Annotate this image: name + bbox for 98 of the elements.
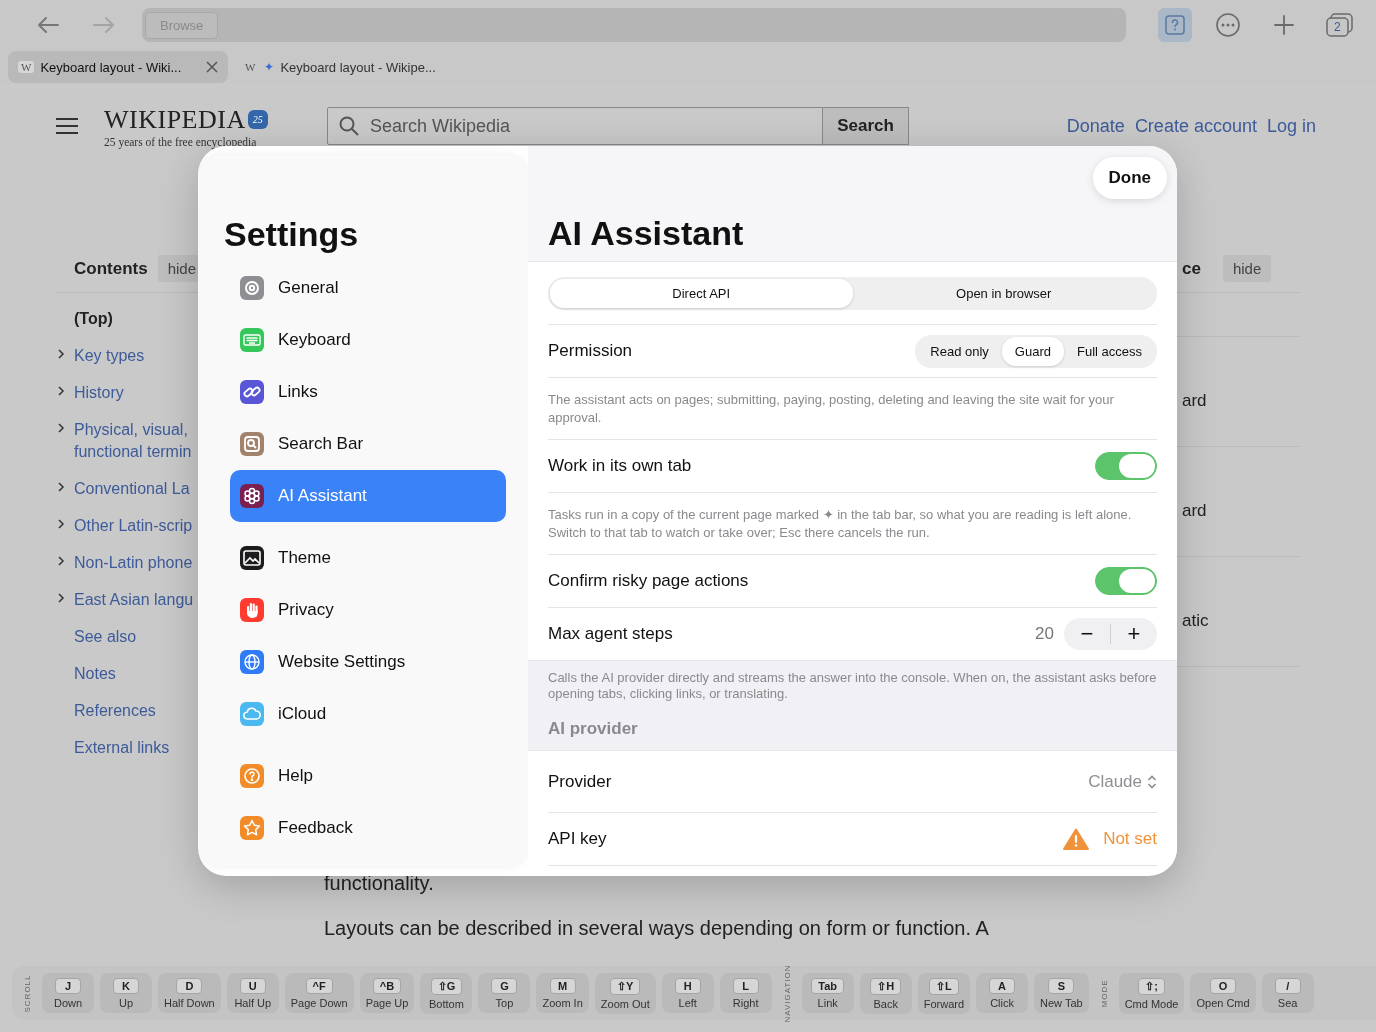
step-value: 20 [1035,624,1054,644]
mode-option[interactable]: Direct API [550,279,853,308]
chevron-icon[interactable] [57,556,65,566]
sidebar-item[interactable]: Website Settings [230,636,506,688]
shortcut-key[interactable]: Tab Link [801,973,854,1013]
anniversary-badge: 25 [247,110,268,129]
shortcut-key[interactable]: K Up [100,973,152,1013]
decrement-button[interactable]: − [1064,620,1110,648]
sidebar-item[interactable]: Search Bar [230,418,506,470]
panel-title: AI Assistant [548,213,744,253]
setting-label: Max agent steps [548,624,673,644]
tabs-button[interactable]: 2 [1320,8,1360,42]
plus-icon [1273,14,1295,36]
sidebar-item[interactable]: Keyboard [230,314,506,366]
search-button[interactable]: Search [823,107,909,145]
group-label: SCROLL [22,974,32,1012]
setting-description: The assistant acts on pages; submitting, paying, posting, deleting and leaving the site wait for your approval. [548,391,1115,427]
shortcut-key[interactable]: D Half Down [158,973,221,1013]
tab-title: Keyboard layout - Wiki... [40,59,183,75]
section-footer-text: Calls the AI provider directly and streams the answer into the console. When on, the assistant asks before opening tabs, clicking links, or translating. [548,670,1157,702]
article-text: functionality. [324,872,435,895]
settings-title: Settings [224,214,360,254]
sidebar-item[interactable]: iCloud [230,688,506,740]
shortcut-key[interactable]: / Sea [1261,973,1314,1013]
group-label: NAVIGATION [782,963,792,1023]
chevron-icon[interactable] [57,386,65,396]
permission-option[interactable]: Full access [1063,336,1155,366]
contents-heading: Contents [74,258,148,279]
search-field[interactable]: Search Wikipedia [327,107,823,145]
chevron-icon[interactable] [57,482,65,492]
hide-button[interactable]: hide [1222,255,1272,282]
shortcut-key[interactable]: J Down [42,973,94,1013]
tab-title: Keyboard layout - Wikipe... [280,59,436,75]
mode-option[interactable]: Open in browser [852,279,1155,308]
sidebar-text: ard [1182,391,1207,410]
sidebar-item[interactable]: Help [230,750,506,802]
chevron-updown-icon [1147,773,1157,790]
header-link[interactable]: Donate [1066,115,1125,137]
back-arrow-icon [36,15,60,35]
shortcut-key[interactable]: O Open Cmd [1190,973,1256,1013]
header-link[interactable]: Log in [1266,115,1316,137]
setting-label: Work in its own tab [548,456,692,476]
shortcut-key[interactable]: U Half Up [226,973,279,1013]
shortcut-key[interactable]: G Top [478,973,531,1013]
browser-tab[interactable]: W Keyboard layout - Wiki... [8,51,228,83]
more-icon [1215,12,1241,38]
shortcut-key[interactable]: A Click [976,973,1029,1013]
toggle-switch[interactable] [1095,452,1157,480]
permission-option[interactable]: Guard [1001,336,1064,366]
menu-icon[interactable] [55,117,79,135]
sidebar-text: ard [1182,501,1207,520]
shortcut-key[interactable]: ⇧L Forward [917,972,971,1014]
shortcut-key[interactable]: S New Tab [1034,973,1089,1013]
setting-description: Tasks run in a copy of the current page marked ✦ in the tab bar, so what you are reading is left alone. Switch to that tab to watch or take over; Esc there cancels the run. [548,506,1133,542]
tagline: 25 years of the free encyclopedia [104,135,258,148]
shortcut-key[interactable]: M Zoom In [536,973,589,1013]
shortcut-key[interactable]: ⇧Y Zoom Out [594,972,656,1014]
shortcut-key[interactable]: ⇧H Back [859,972,912,1014]
shortcut-key[interactable]: ⇧G Bottom [420,972,473,1014]
help-icon [1164,14,1186,36]
wikipedia-logo[interactable]: WIKIPEDIA [104,104,246,135]
setting-label: Provider [548,771,612,792]
close-icon[interactable] [206,61,218,73]
increment-button[interactable]: + [1111,620,1157,648]
tab-marker: ✦ [264,60,275,74]
shortcut-key[interactable]: H Left [661,973,714,1013]
warning-icon [1063,828,1090,850]
favicon: W [244,61,257,73]
section-header: AI provider [548,719,639,739]
favicon: W [18,61,35,73]
sidebar-text: atic [1182,611,1209,630]
header-link[interactable]: Create account [1134,115,1257,137]
shortcut-key[interactable]: ^B Page Up [359,973,415,1013]
chevron-icon[interactable] [57,423,65,433]
shortcut-key[interactable]: L Right [719,973,772,1013]
sidebar-item[interactable]: Privacy [230,584,506,636]
shortcut-key[interactable]: ⇧; Cmd Mode [1118,972,1185,1014]
section-heading: ce [1181,258,1201,279]
shortcut-key[interactable]: ^F Page Down [284,973,354,1013]
chevron-icon[interactable] [57,593,65,603]
chevron-icon[interactable] [57,519,65,529]
setting-label: API key [548,829,607,849]
sidebar-item[interactable]: General [230,262,506,314]
sidebar-item[interactable]: Feedback [230,802,506,854]
toggle-switch[interactable] [1095,567,1157,595]
tabs-icon [1325,12,1355,38]
chevron-icon[interactable] [57,349,65,359]
sidebar-item[interactable]: AI Assistant [230,470,506,522]
browser-tab[interactable]: W ✦ Keyboard layout - Wikipe... [232,51,446,83]
done-button[interactable]: Done [1092,157,1167,199]
permission-option[interactable]: Read only [917,336,1002,366]
forward-arrow-icon [92,15,116,35]
sidebar-item[interactable]: Links [230,366,506,418]
setting-label: Confirm risky page actions [548,571,749,591]
setting-label: Permission [548,341,633,361]
group-label: MODE [1099,979,1109,1007]
article-text: Layouts can be described in several ways depending on form or function. A [324,917,990,940]
sidebar-item[interactable]: Theme [230,532,506,584]
